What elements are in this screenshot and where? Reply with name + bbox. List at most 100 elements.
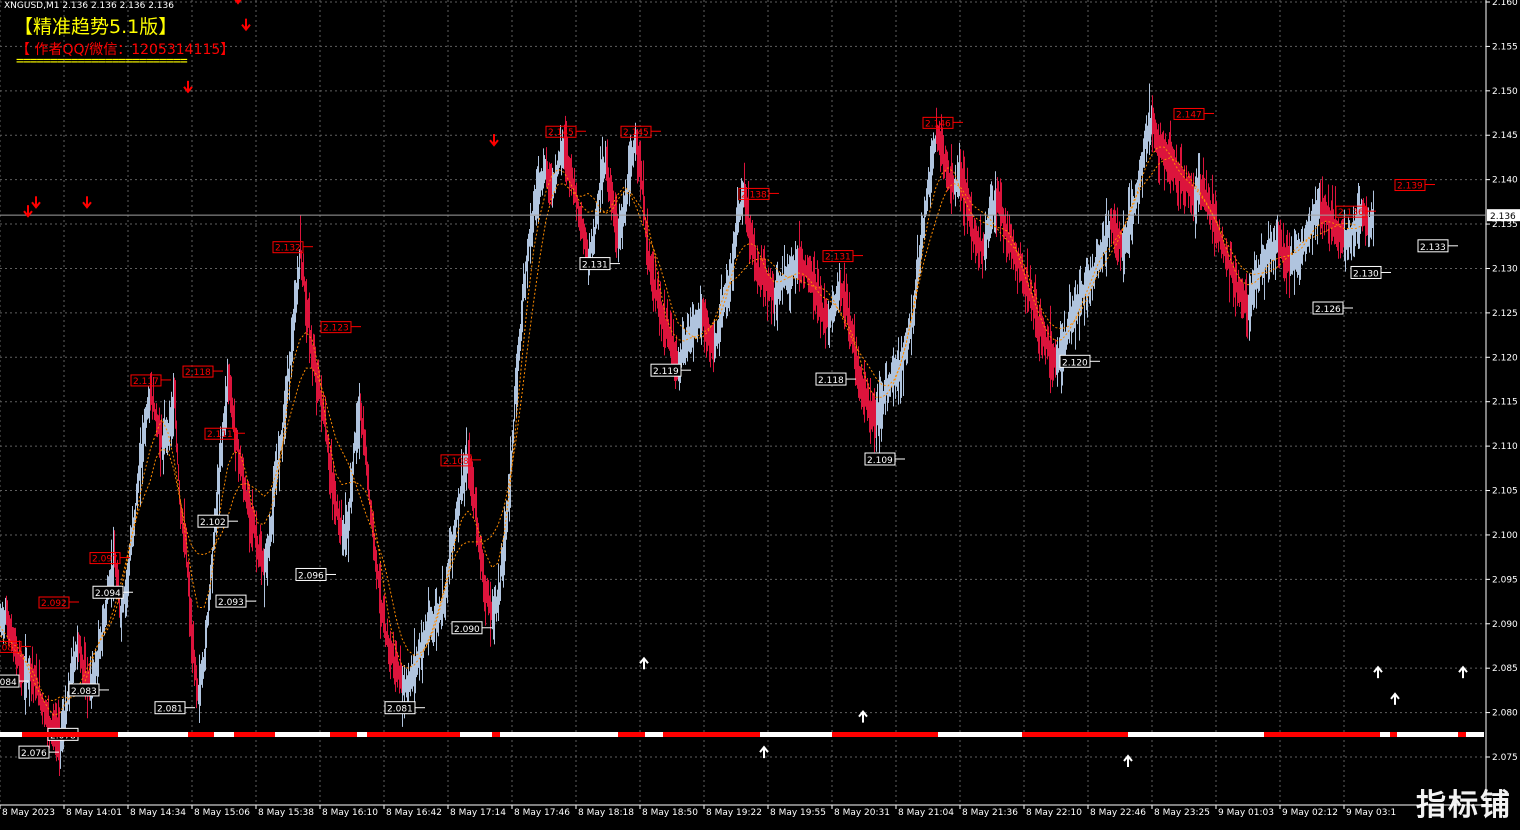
ma-slow-line bbox=[0, 157, 1357, 702]
x-tick-label: 8 May 21:36 bbox=[962, 808, 1018, 818]
signal-strip-segment bbox=[760, 732, 832, 737]
y-tick-label: 2.155 bbox=[1492, 42, 1518, 52]
high-label: 2.145 bbox=[548, 128, 574, 138]
low-label: 2.094 bbox=[95, 589, 121, 599]
high-label: 2.097 bbox=[92, 555, 118, 565]
y-tick-label: 2.095 bbox=[1492, 575, 1518, 585]
signal-strip-segment bbox=[367, 732, 460, 737]
signal-strip-segment bbox=[22, 732, 118, 737]
signal-strip-segment bbox=[663, 732, 760, 737]
x-tick-label: 8 May 15:06 bbox=[194, 808, 250, 818]
y-tick-label: 2.140 bbox=[1492, 176, 1518, 186]
high-label: 2.139 bbox=[1397, 182, 1423, 192]
signal-strip-segment bbox=[330, 732, 357, 737]
x-tick-label: 8 May 16:10 bbox=[322, 808, 378, 818]
high-label: 2.136 bbox=[1338, 208, 1364, 218]
low-label: 2.131 bbox=[582, 261, 608, 271]
y-tick-label: 2.145 bbox=[1492, 131, 1518, 141]
symbol-info: XNGUSD,M1 2.136 2.136 2.136 2.136 bbox=[4, 1, 174, 11]
x-tick-label: 8 May 14:34 bbox=[130, 808, 186, 818]
high-label: 2.118 bbox=[185, 368, 211, 378]
high-label: 2.087 bbox=[0, 643, 19, 653]
y-tick-label: 2.120 bbox=[1492, 353, 1518, 363]
x-tick-label: 8 May 14:01 bbox=[66, 808, 122, 818]
x-tick-label: 9 May 03:1 bbox=[1346, 808, 1396, 818]
signal-strip-segment bbox=[214, 732, 234, 737]
high-label: 2.147 bbox=[1176, 110, 1202, 120]
x-tick-label: 8 May 19:22 bbox=[706, 808, 762, 818]
signal-strip-segment bbox=[500, 732, 618, 737]
site-watermark: 指标铺 bbox=[1416, 788, 1512, 823]
low-label: 2.130 bbox=[1353, 269, 1379, 279]
low-label: 2.090 bbox=[454, 625, 480, 635]
low-label: 2.102 bbox=[200, 518, 226, 528]
x-tick-label: 8 May 19:55 bbox=[770, 808, 826, 818]
signal-strip-segment bbox=[188, 732, 214, 737]
signal-strip-segment bbox=[0, 732, 22, 737]
price-chart[interactable]: 2.1602.1552.1502.1452.1402.1352.1302.125… bbox=[0, 0, 1520, 826]
high-label: 2.131 bbox=[825, 253, 851, 263]
x-tick-label: 8 May 2023 bbox=[2, 808, 55, 818]
signal-strip-segment bbox=[1397, 732, 1458, 737]
signal-strip-segment bbox=[460, 732, 492, 737]
signal-strip-segment bbox=[1128, 732, 1264, 737]
chart-window[interactable]: 2.160 2.155 2.150 2.145 2.140 2.135 2.130 2.125… bbox=[0, 0, 1520, 826]
y-tick-label: 2.150 bbox=[1492, 87, 1518, 97]
low-label: 2.120 bbox=[1062, 358, 1088, 368]
current-price-label: 2.136 bbox=[1490, 212, 1516, 222]
high-label: 2.092 bbox=[41, 599, 67, 609]
x-tick-label: 9 May 02:12 bbox=[1282, 808, 1338, 818]
signal-strip-segment bbox=[938, 732, 1022, 737]
x-tick-label: 8 May 22:10 bbox=[1026, 808, 1082, 818]
x-tick-label: 9 May 01:03 bbox=[1218, 808, 1274, 818]
low-label: 2.096 bbox=[298, 571, 324, 581]
y-tick-label: 2.130 bbox=[1492, 264, 1518, 274]
low-label: 2.081 bbox=[387, 705, 413, 715]
high-label: 2.123 bbox=[323, 324, 349, 334]
signal-strip-segment bbox=[832, 732, 938, 737]
indicator-title: 【精准趋势5.1版】 bbox=[14, 16, 178, 38]
y-tick-label: 2.115 bbox=[1492, 398, 1518, 408]
x-tick-label: 8 May 22:46 bbox=[1090, 808, 1146, 818]
low-label: 2.084 bbox=[0, 678, 17, 688]
high-label: 2.145 bbox=[623, 128, 649, 138]
ma-fast-line bbox=[0, 146, 1363, 717]
x-tick-label: 8 May 18:18 bbox=[578, 808, 634, 818]
signal-strip-segment bbox=[1022, 732, 1128, 737]
x-tick-label: 8 May 17:46 bbox=[514, 808, 570, 818]
high-label: 2.132 bbox=[275, 244, 301, 254]
signal-strip-segment bbox=[492, 732, 500, 737]
low-label: 2.093 bbox=[218, 598, 244, 608]
low-label: 2.119 bbox=[653, 367, 679, 377]
x-tick-label: 8 May 21:04 bbox=[898, 808, 954, 818]
high-label: 2.138 bbox=[741, 190, 767, 200]
y-tick-label: 2.125 bbox=[1492, 309, 1518, 319]
high-label: 2.111 bbox=[207, 430, 233, 440]
low-label: 2.076 bbox=[21, 749, 47, 759]
title-divider: ========================= bbox=[16, 54, 188, 69]
low-label: 2.109 bbox=[867, 456, 893, 466]
high-label: 2.146 bbox=[925, 119, 951, 129]
signal-strip-segment bbox=[645, 732, 663, 737]
y-tick-label: 2.080 bbox=[1492, 709, 1518, 719]
y-tick-label: 2.090 bbox=[1492, 620, 1518, 630]
signal-strip-segment bbox=[275, 732, 330, 737]
signal-strip-segment bbox=[118, 732, 188, 737]
y-tick-label: 2.160 bbox=[1492, 0, 1518, 8]
signal-strip-segment bbox=[1390, 732, 1397, 737]
low-label: 2.133 bbox=[1420, 243, 1446, 253]
low-label: 2.126 bbox=[1315, 305, 1341, 315]
signal-strip-segment bbox=[1380, 732, 1390, 737]
low-label: 2.083 bbox=[71, 687, 97, 697]
x-tick-label: 8 May 16:42 bbox=[386, 808, 442, 818]
y-tick-label: 2.110 bbox=[1492, 442, 1518, 452]
high-label: 2.108 bbox=[443, 457, 469, 467]
signal-strip-segment bbox=[357, 732, 367, 737]
signal-strip-segment bbox=[1466, 732, 1484, 737]
x-tick-label: 8 May 18:50 bbox=[642, 808, 698, 818]
signal-strip-segment bbox=[618, 732, 645, 737]
x-tick-label: 8 May 20:31 bbox=[834, 808, 890, 818]
low-label: 2.118 bbox=[818, 376, 844, 386]
y-tick-label: 2.105 bbox=[1492, 487, 1518, 497]
signal-strip-segment bbox=[234, 732, 275, 737]
